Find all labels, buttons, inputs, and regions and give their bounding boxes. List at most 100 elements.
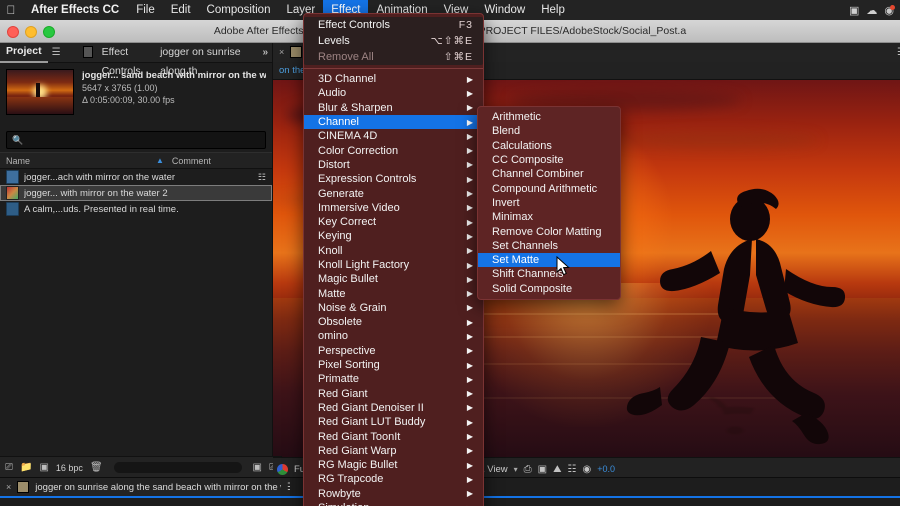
timeline-tab[interactable]: × jogger on sunrise along the sand beach… [0, 478, 303, 496]
new-comp-icon[interactable]: ⎚ [5, 462, 13, 473]
submenu-item-solid-composite[interactable]: Solid Composite [478, 282, 620, 296]
menu-item-red-giant-warp[interactable]: Red Giant Warp ▶ [304, 444, 483, 458]
effect-menu[interactable]: Effect Controls F3 Levels ⌥⇧⌘E Remove Al… [303, 13, 484, 506]
menu-item-key-correct[interactable]: Key Correct ▶ [304, 215, 483, 229]
list-item[interactable]: A calm,...uds. Presented in real time. [0, 201, 272, 217]
menu-item-simulation[interactable]: Simulation▶ [304, 501, 483, 506]
menu-item-distort[interactable]: Distort ▶ [304, 158, 483, 172]
menu-item-levels[interactable]: Levels ⌥⇧⌘E [304, 33, 483, 49]
reset-exposure-icon[interactable]: ◉ [583, 464, 592, 475]
menu-item-audio[interactable]: Audio ▶ [304, 86, 483, 100]
menu-item-label: Perspective [318, 344, 376, 357]
timeline-icon[interactable]: ☷ [568, 464, 577, 475]
delete-icon[interactable]: 🗑 [90, 462, 103, 473]
chevron-right-icon: ▶ [466, 489, 473, 499]
menu-item-omino[interactable]: omino ▶ [304, 329, 483, 343]
tab-effect-controls[interactable]: Effect Controls [96, 43, 161, 77]
render-icon[interactable]: ▣ [253, 462, 262, 473]
menu-item-pixel-sorting[interactable]: Pixel Sorting ▶ [304, 358, 483, 372]
submenu-item-compound-arithmetic[interactable]: Compound Arithmetic [478, 181, 620, 195]
camera-record-icon[interactable]: ◉ [884, 4, 895, 17]
menu-item-expression-controls[interactable]: Expression Controls ▶ [304, 172, 483, 186]
menu-item-label: RG Trapcode [318, 473, 384, 486]
timeline-comp-name[interactable]: jogger on sunrise along the sand beach w… [35, 482, 281, 493]
list-item-selected[interactable]: jogger... with mirror on the water 2 [0, 185, 272, 201]
menu-item-color-correction[interactable]: Color Correction ▶ [304, 143, 483, 157]
footer-scroll-track[interactable] [113, 462, 242, 473]
overflow-icon[interactable]: » [258, 47, 272, 58]
menu-file[interactable]: File [128, 0, 163, 20]
submenu-item-remove-color-matting[interactable]: Remove Color Matting [478, 224, 620, 238]
menu-item-matte[interactable]: Matte ▶ [304, 286, 483, 300]
new-folder-icon[interactable]: 📁 [20, 462, 32, 473]
channel-submenu[interactable]: Arithmetic Blend Calculations CC Composite C… [477, 106, 621, 300]
menu-edit[interactable]: Edit [163, 0, 199, 20]
menu-item-rg-magic-bullet[interactable]: RG Magic Bullet ▶ [304, 458, 483, 472]
bit-depth-label[interactable]: 16 bpc [56, 463, 83, 473]
tab-project[interactable]: Project [0, 42, 48, 63]
menu-item-blur-sharpen[interactable]: Blur & Sharpen ▶ [304, 101, 483, 115]
project-preview: jogger... sand beach with mirror on the … [0, 63, 272, 127]
pixel-aspect-icon[interactable]: ▣ [538, 464, 547, 475]
search-input[interactable] [27, 133, 260, 147]
tab-effect-controls-layer[interactable]: jogger on sunrise along th [160, 43, 258, 77]
sort-ascending-icon[interactable]: ▲ [156, 156, 164, 165]
submenu-item-channel-combiner[interactable]: Channel Combiner [478, 167, 620, 181]
list-item-label: A calm,...uds. Presented in real time. [24, 203, 179, 215]
menu-item-knoll-light-factory[interactable]: Knoll Light Factory ▶ [304, 258, 483, 272]
menu-window[interactable]: Window [476, 0, 533, 20]
close-icon-timeline[interactable]: × [6, 482, 11, 492]
menu-help[interactable]: Help [533, 0, 573, 20]
column-header-comment[interactable]: Comment [172, 156, 211, 166]
grid-guides-icon[interactable]: ⎙ [524, 464, 532, 475]
menu-item-immersive-video[interactable]: Immersive Video ▶ [304, 201, 483, 215]
search-box[interactable]: 🔍 [6, 131, 266, 149]
submenu-item-minimax[interactable]: Minimax [478, 210, 620, 224]
chevron-right-icon: ▶ [466, 346, 473, 356]
menu-item-keying[interactable]: Keying ▶ [304, 229, 483, 243]
chevron-down-icon-views[interactable]: ▾ [514, 465, 518, 474]
menu-item-channel[interactable]: Channel ▶ [304, 114, 483, 130]
menu-item-label: CINEMA 4D [318, 130, 378, 143]
app-name-label[interactable]: After Effects CC [22, 0, 128, 20]
submenu-item-invert[interactable]: Invert [478, 196, 620, 210]
submenu-item-shift-channels[interactable]: Shift Channels [478, 267, 620, 281]
list-item[interactable]: jogger...ach with mirror on the water ☷ [0, 169, 272, 185]
menu-item-cinema-4d[interactable]: CINEMA 4D ▶ [304, 129, 483, 143]
cloud-icon[interactable]: ☁ [866, 4, 877, 17]
column-header-name[interactable]: Name [6, 156, 156, 166]
menu-item-knoll[interactable]: Knoll ▶ [304, 244, 483, 258]
exposure-value[interactable]: +0.0 [597, 464, 615, 474]
menu-item-red-giant-denoiser-ii[interactable]: Red Giant Denoiser II ▶ [304, 401, 483, 415]
menu-item-red-giant[interactable]: Red Giant ▶ [304, 387, 483, 401]
menu-item-3d-channel[interactable]: 3D Channel ▶ [304, 72, 483, 86]
menu-item-rowbyte[interactable]: Rowbyte ▶ [304, 487, 483, 501]
submenu-item-arithmetic[interactable]: Arithmetic [478, 110, 620, 124]
new-footage-icon[interactable]: ▣ [39, 462, 48, 473]
fast-preview-icon[interactable]: ⛰ [553, 464, 561, 475]
menu-item-effect-controls[interactable]: Effect Controls F3 [304, 17, 483, 33]
screen-record-icon[interactable]: ▣ [849, 4, 859, 17]
submenu-item-set-matte[interactable]: Set Matte [478, 252, 620, 268]
chevron-right-icon: ▶ [466, 460, 473, 470]
share-icon[interactable]: ☷ [258, 172, 266, 183]
menu-composition[interactable]: Composition [199, 0, 279, 20]
menu-item-magic-bullet[interactable]: Magic Bullet ▶ [304, 272, 483, 286]
menu-item-primatte[interactable]: Primatte ▶ [304, 372, 483, 386]
menu-item-noise-grain[interactable]: Noise & Grain ▶ [304, 301, 483, 315]
menu-item-red-giant-lut-buddy[interactable]: Red Giant LUT Buddy ▶ [304, 415, 483, 429]
submenu-item-set-channels[interactable]: Set Channels [478, 239, 620, 253]
submenu-item-cc-composite[interactable]: CC Composite [478, 153, 620, 167]
chevron-right-icon: ▶ [466, 117, 473, 127]
menu-item-rg-trapcode[interactable]: RG Trapcode ▶ [304, 472, 483, 486]
menu-item-perspective[interactable]: Perspective ▶ [304, 344, 483, 358]
panel-menu-icon-project[interactable]: ☰ [48, 47, 65, 58]
menu-item-red-giant-toonit[interactable]: Red Giant ToonIt ▶ [304, 429, 483, 443]
menu-item-generate[interactable]: Generate ▶ [304, 186, 483, 200]
submenu-item-blend[interactable]: Blend [478, 124, 620, 138]
channel-rgb-icon[interactable] [277, 463, 288, 475]
submenu-item-calculations[interactable]: Calculations [478, 139, 620, 153]
close-icon[interactable]: × [279, 47, 284, 57]
apple-icon[interactable]:  [0, 0, 22, 20]
menu-item-obsolete[interactable]: Obsolete ▶ [304, 315, 483, 329]
